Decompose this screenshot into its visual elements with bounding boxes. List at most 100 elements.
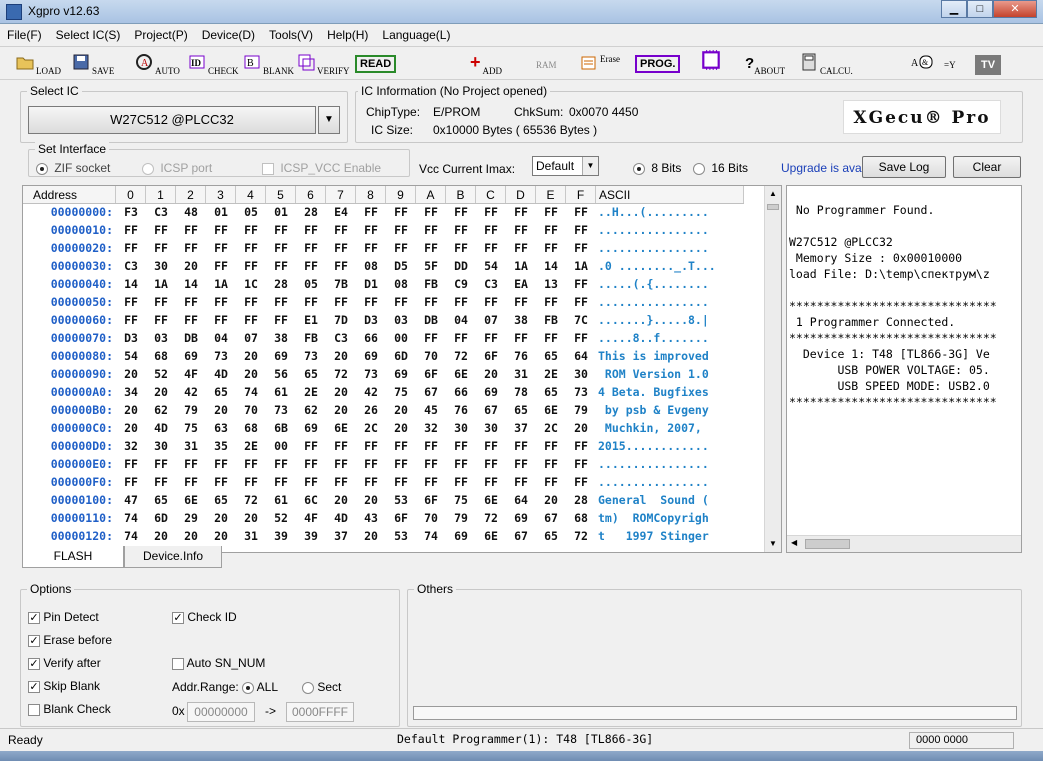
byte-cell[interactable]: 4D: [206, 367, 236, 385]
byte-cell[interactable]: C3: [476, 277, 506, 295]
byte-cell[interactable]: 6F: [416, 367, 446, 385]
byte-cell[interactable]: FF: [536, 295, 566, 313]
byte-cell[interactable]: 67: [416, 385, 446, 403]
log-panel[interactable]: No Programmer Found. W27C512 @PLCC32 Memo…: [786, 185, 1022, 553]
minimize-button[interactable]: ▁: [941, 0, 967, 18]
byte-cell[interactable]: 48: [176, 205, 206, 223]
byte-cell[interactable]: 65: [206, 493, 236, 511]
byte-cell[interactable]: 74: [416, 529, 446, 547]
hex-row[interactable]: 00000040: 14 1A 14 1A 1C 28 05 7B D1 08 FB C9 C3 EA 13 F…: [23, 277, 744, 295]
byte-cell[interactable]: 14: [116, 277, 146, 295]
scroll-thumb[interactable]: [805, 539, 850, 549]
byte-cell[interactable]: FF: [176, 295, 206, 313]
byte-cell[interactable]: FF: [416, 241, 446, 259]
byte-cell[interactable]: FF: [506, 331, 536, 349]
select-ic-dropdown-button[interactable]: ▼: [318, 106, 340, 134]
byte-cell[interactable]: 6F: [476, 349, 506, 367]
byte-cell[interactable]: 38: [266, 331, 296, 349]
byte-cell[interactable]: DD: [446, 259, 476, 277]
byte-cell[interactable]: 1A: [506, 259, 536, 277]
byte-cell[interactable]: 30: [446, 421, 476, 439]
byte-cell[interactable]: 2C: [356, 421, 386, 439]
byte-cell[interactable]: 20: [536, 493, 566, 511]
8-bits-radio[interactable]: 8 Bits: [633, 161, 681, 175]
byte-cell[interactable]: FF: [146, 241, 176, 259]
pin-detect-checkbox[interactable]: ✓ Pin Detect: [28, 610, 99, 624]
byte-cell[interactable]: FF: [326, 223, 356, 241]
byte-cell[interactable]: FF: [566, 205, 596, 223]
tab-flash[interactable]: FLASH: [22, 546, 124, 568]
byte-cell[interactable]: FF: [476, 331, 506, 349]
byte-cell[interactable]: FF: [236, 241, 266, 259]
byte-cell[interactable]: D5: [386, 259, 416, 277]
byte-cell[interactable]: 66: [446, 385, 476, 403]
byte-cell[interactable]: FF: [566, 295, 596, 313]
byte-cell[interactable]: 1A: [206, 277, 236, 295]
hex-row[interactable]: 00000080: 54 68 69 73 20 69 73 20 69 6D 70 72 6F 76 65 6…: [23, 349, 744, 367]
byte-cell[interactable]: FF: [446, 241, 476, 259]
byte-cell[interactable]: FF: [326, 439, 356, 457]
byte-cell[interactable]: 07: [236, 331, 266, 349]
byte-cell[interactable]: 69: [176, 349, 206, 367]
byte-cell[interactable]: 6F: [416, 493, 446, 511]
byte-cell[interactable]: FF: [116, 241, 146, 259]
byte-cell[interactable]: FF: [446, 205, 476, 223]
byte-cell[interactable]: 20: [326, 349, 356, 367]
byte-cell[interactable]: 1C: [236, 277, 266, 295]
hex-row[interactable]: 000000B0: 20 62 79 20 70 73 62 20 26 20 45 76 67 65 6E 7…: [23, 403, 744, 421]
byte-cell[interactable]: FF: [176, 223, 206, 241]
byte-cell[interactable]: 28: [296, 205, 326, 223]
verify-button[interactable]: VERIFY: [297, 51, 350, 77]
byte-cell[interactable]: 70: [236, 403, 266, 421]
ram-button[interactable]: RAM: [536, 51, 557, 77]
byte-cell[interactable]: FF: [476, 439, 506, 457]
byte-cell[interactable]: 73: [356, 367, 386, 385]
blank-button[interactable]: B BLANK: [243, 51, 294, 77]
byte-cell[interactable]: 6E: [326, 421, 356, 439]
auto-button[interactable]: A AUTO: [135, 51, 180, 77]
byte-cell[interactable]: 79: [446, 511, 476, 529]
byte-cell[interactable]: 62: [296, 403, 326, 421]
byte-cell[interactable]: FF: [386, 295, 416, 313]
byte-cell[interactable]: 30: [146, 259, 176, 277]
byte-cell[interactable]: FF: [416, 205, 446, 223]
byte-cell[interactable]: 76: [446, 403, 476, 421]
byte-cell[interactable]: FF: [326, 475, 356, 493]
byte-cell[interactable]: FF: [566, 241, 596, 259]
byte-cell[interactable]: 70: [416, 349, 446, 367]
byte-cell[interactable]: D3: [116, 331, 146, 349]
byte-cell[interactable]: FF: [326, 295, 356, 313]
config-button[interactable]: [700, 50, 724, 77]
byte-cell[interactable]: 01: [206, 205, 236, 223]
byte-cell[interactable]: 72: [326, 367, 356, 385]
byte-cell[interactable]: DB: [176, 331, 206, 349]
byte-cell[interactable]: 4F: [176, 367, 206, 385]
byte-cell[interactable]: FF: [296, 457, 326, 475]
byte-cell[interactable]: 65: [506, 403, 536, 421]
byte-cell[interactable]: 42: [356, 385, 386, 403]
byte-cell[interactable]: 20: [386, 421, 416, 439]
16-bits-radio[interactable]: 16 Bits: [693, 161, 748, 175]
byte-cell[interactable]: 20: [206, 511, 236, 529]
scroll-left-icon[interactable]: ◀: [791, 538, 797, 547]
byte-cell[interactable]: FF: [296, 295, 326, 313]
auto-sn-num-checkbox[interactable]: Auto SN_NUM: [172, 656, 265, 670]
byte-cell[interactable]: E4: [326, 205, 356, 223]
byte-cell[interactable]: 54: [116, 349, 146, 367]
byte-cell[interactable]: FF: [536, 223, 566, 241]
byte-cell[interactable]: FF: [116, 295, 146, 313]
byte-cell[interactable]: 69: [296, 421, 326, 439]
byte-cell[interactable]: 20: [206, 529, 236, 547]
byte-cell[interactable]: F3: [116, 205, 146, 223]
byte-cell[interactable]: FF: [416, 331, 446, 349]
byte-cell[interactable]: FF: [236, 259, 266, 277]
byte-cell[interactable]: 72: [566, 529, 596, 547]
skip-blank-checkbox[interactable]: ✓ Skip Blank: [28, 679, 100, 693]
byte-cell[interactable]: FF: [506, 475, 536, 493]
byte-cell[interactable]: 05: [296, 277, 326, 295]
byte-cell[interactable]: FF: [236, 457, 266, 475]
verify-after-checkbox[interactable]: ✓ Verify after: [28, 656, 101, 670]
byte-cell[interactable]: 56: [266, 367, 296, 385]
hex-row[interactable]: 000000F0: FF FF FF FF FF FF FF FF FF FF FF FF FF FF FF F…: [23, 475, 744, 493]
menu-help[interactable]: Help(H): [320, 25, 375, 45]
